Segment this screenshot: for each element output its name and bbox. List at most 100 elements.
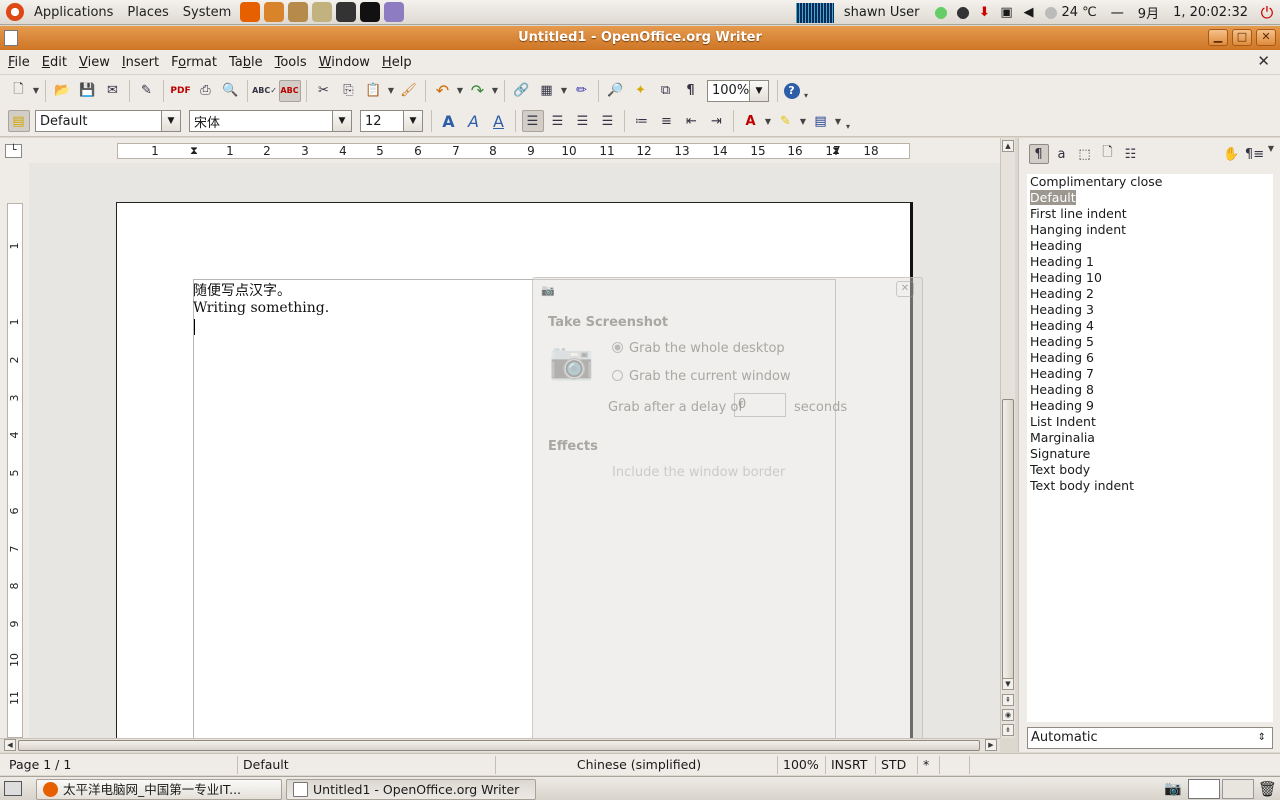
format-paintbrush-icon[interactable]: 🖌 — [398, 80, 420, 102]
zoom-dropdown-icon[interactable]: ▼ — [749, 80, 768, 101]
fill-format-mode-icon[interactable]: ✋ — [1222, 144, 1242, 164]
style-item[interactable]: Text body — [1027, 462, 1273, 478]
menu-help[interactable]: Help — [376, 55, 418, 70]
style-item[interactable]: Marginalia — [1027, 430, 1273, 446]
align-right-icon[interactable]: ☰ — [572, 110, 594, 132]
style-item[interactable]: Signature — [1027, 446, 1273, 462]
scroll-right-icon[interactable]: ▶ — [985, 739, 997, 751]
weather-icon[interactable] — [1041, 3, 1060, 22]
print-icon[interactable]: ⎙ — [195, 80, 217, 102]
increase-indent-icon[interactable]: ⇥ — [706, 110, 728, 132]
style-list[interactable]: Complimentary close Default First line ind… — [1027, 174, 1273, 722]
decrease-indent-icon[interactable]: ⇤ — [681, 110, 703, 132]
style-item[interactable]: Hanging indent — [1027, 222, 1273, 238]
menu-table[interactable]: Table — [223, 55, 269, 70]
highlighting-icon[interactable]: ✎ — [775, 110, 797, 132]
network-icon[interactable]: ▣ — [998, 4, 1016, 22]
writer-document-icon[interactable] — [4, 30, 18, 46]
document-page[interactable]: 随便写点汉字。 Writing something. 📷 ✕ Take Scre… — [116, 202, 923, 738]
archive-icon[interactable] — [312, 2, 333, 22]
horizontal-scroll-thumb[interactable] — [18, 740, 980, 751]
cut-icon[interactable]: ✂ — [313, 80, 335, 102]
volume-icon[interactable]: ◀ — [1020, 4, 1038, 22]
status-selection-mode[interactable]: STD — [876, 756, 918, 774]
terminal-icon[interactable] — [336, 2, 357, 22]
applications-menu[interactable]: Applications — [27, 5, 120, 20]
menu-format[interactable]: Format — [165, 55, 223, 70]
navigator-icon[interactable]: ✦ — [630, 80, 652, 102]
styles-formatting-icon[interactable]: ▤ — [7, 110, 30, 132]
power-icon[interactable]: ⏻ — [1258, 3, 1276, 22]
indent-marker-left-icon[interactable]: ⧗ — [190, 144, 198, 158]
close-window-button[interactable]: ✕ — [1256, 29, 1276, 46]
paste-dropdown-icon[interactable]: ▼ — [386, 86, 396, 95]
clock[interactable]: 1, 20:02:32 — [1173, 5, 1248, 20]
font-color-icon[interactable]: A — [740, 110, 762, 132]
style-item[interactable]: First line indent — [1027, 206, 1273, 222]
next-page-icon[interactable]: ⇟ — [1002, 724, 1014, 736]
bullets-icon[interactable]: ≡ — [656, 110, 678, 132]
autospellcheck-icon[interactable]: ABC — [278, 79, 301, 102]
new-document-icon[interactable]: 🗋 — [8, 80, 30, 102]
formatting-marks-icon[interactable]: ¶ — [680, 80, 702, 102]
page-styles-icon[interactable]: 🗋 — [1098, 144, 1118, 164]
indent-marker-right-icon[interactable]: ⧗ — [832, 144, 840, 158]
show-draw-functions-icon[interactable]: ✏ — [571, 80, 593, 102]
horizontal-scrollbar[interactable]: ◀ ▶ — [0, 738, 1000, 752]
hyperlink-icon[interactable]: 🔗 — [511, 80, 533, 102]
style-item[interactable]: Heading 4 — [1027, 318, 1273, 334]
status-zoom[interactable]: 100% — [778, 756, 826, 774]
font-name-combobox[interactable]: 宋体 ▼ — [189, 110, 352, 132]
status-modified[interactable]: * — [918, 756, 940, 774]
paragraph-styles-icon[interactable]: ¶ — [1028, 144, 1049, 164]
undo-dropdown-icon[interactable]: ▼ — [455, 86, 465, 95]
save-icon[interactable]: 💾 — [77, 80, 99, 102]
menu-window[interactable]: Window — [313, 55, 376, 70]
status-insert-mode[interactable]: INSRT — [826, 756, 876, 774]
taskbar-item-browser[interactable]: 太平洋电脑网_中国第一专业IT... — [36, 779, 282, 800]
user-name[interactable]: shawn User — [844, 5, 920, 20]
tab-stop-selector-icon[interactable]: └ — [5, 144, 22, 158]
undo-icon[interactable]: ↶ — [432, 80, 454, 102]
gallery-icon[interactable]: ⧉ — [655, 80, 677, 102]
new-style-dropdown-icon[interactable]: ▼ — [1266, 144, 1276, 164]
style-item[interactable]: Heading 9 — [1027, 398, 1273, 414]
status-language[interactable]: Chinese (simplified) — [496, 756, 778, 774]
workspace-2[interactable] — [1222, 779, 1254, 799]
document-area[interactable]: 随便写点汉字。 Writing something. 📷 ✕ Take Scre… — [29, 163, 1000, 738]
search-icon[interactable] — [288, 2, 309, 22]
help-icon[interactable]: ? — [783, 82, 800, 99]
style-item[interactable]: Heading 3 — [1027, 302, 1273, 318]
system-monitor-graph[interactable] — [795, 2, 834, 23]
table-dropdown-icon[interactable]: ▼ — [559, 86, 569, 95]
find-replace-icon[interactable]: 🔎 — [605, 80, 627, 102]
paste-icon[interactable]: 📋 — [363, 80, 385, 102]
show-desktop-icon[interactable] — [4, 781, 22, 796]
system-menu[interactable]: System — [176, 5, 238, 20]
style-item[interactable]: Heading 10 — [1027, 270, 1273, 286]
font-name-dropdown-icon[interactable]: ▼ — [332, 111, 351, 131]
redo-icon[interactable]: ↷ — [467, 80, 489, 102]
format-toolbar-options-icon[interactable]: ▾ — [843, 122, 853, 131]
places-menu[interactable]: Places — [120, 5, 175, 20]
style-item[interactable]: Heading 6 — [1027, 350, 1273, 366]
style-item[interactable]: Heading 5 — [1027, 334, 1273, 350]
background-color-dropdown-icon[interactable]: ▼ — [833, 117, 843, 126]
style-item[interactable]: Heading 2 — [1027, 286, 1273, 302]
style-item[interactable]: List Indent — [1027, 414, 1273, 430]
paragraph-style-dropdown-icon[interactable]: ▼ — [161, 111, 180, 131]
vertical-scroll-thumb[interactable] — [1002, 399, 1014, 679]
print-preview-icon[interactable]: 🔍 — [220, 80, 242, 102]
font-color-dropdown-icon[interactable]: ▼ — [763, 117, 773, 126]
taskbar-item-writer[interactable]: Untitled1 - OpenOffice.org Writer — [286, 779, 536, 800]
align-center-icon[interactable]: ☰ — [547, 110, 569, 132]
scroll-up-icon[interactable]: ▲ — [1002, 140, 1014, 152]
style-item[interactable]: Heading — [1027, 238, 1273, 254]
style-item[interactable]: Default — [1027, 190, 1273, 206]
status-signature[interactable] — [940, 756, 970, 774]
horizontal-ruler[interactable]: 1 1 2 3 4 5 6 7 8 9 10 11 12 13 14 15 16 17 18 ⧗ ⧗ — [117, 143, 910, 159]
zoom-combobox[interactable]: 100% ▼ — [707, 79, 769, 102]
pidgin-bird-icon[interactable] — [384, 2, 405, 22]
qq-tray-icon[interactable] — [953, 3, 972, 22]
workspace-1[interactable] — [1188, 779, 1220, 799]
